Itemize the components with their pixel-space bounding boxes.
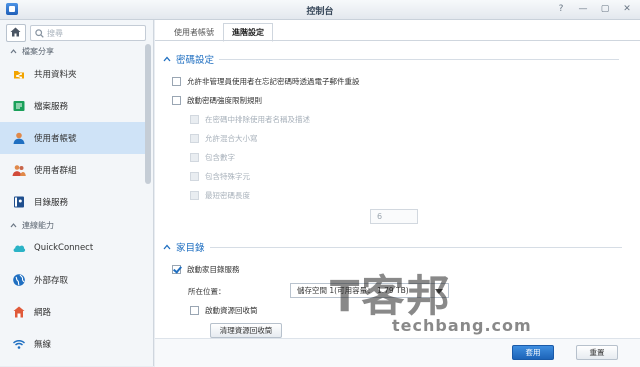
- rule-label: 包含特殊字元: [205, 172, 250, 181]
- section-divider: [219, 58, 620, 60]
- recycle-bin-label: 啟動資源回收筒: [205, 306, 258, 315]
- sidebar-section-label: 連線能力: [22, 220, 54, 230]
- minimize-icon[interactable]: —: [576, 3, 590, 15]
- sidebar-item-directory-service[interactable]: 目錄服務: [0, 186, 145, 218]
- rule-label: 最短密碼長度: [205, 191, 250, 200]
- rule-label: 包含數字: [205, 153, 235, 162]
- maximize-icon[interactable]: ▢: [598, 3, 612, 15]
- sidebar-item-quickconnect[interactable]: QuickConnect: [0, 232, 145, 264]
- apply-button[interactable]: 套用: [512, 345, 554, 360]
- rule-row: 允許混合大小寫: [190, 133, 258, 144]
- enable-home-label: 啟動家目錄服務: [187, 265, 240, 274]
- enable-home-checkbox[interactable]: [172, 265, 181, 274]
- sidebar-item-label: 無線: [34, 340, 52, 350]
- sidebar-item-label: 外部存取: [34, 276, 69, 286]
- sidebar-item-label: 使用者群組: [34, 166, 77, 176]
- enforce-rules-checkbox[interactable]: [172, 96, 181, 105]
- home-section-header[interactable]: 家目錄: [163, 240, 622, 254]
- chevron-up-icon: [10, 48, 17, 53]
- rule-numbers-checkbox[interactable]: [190, 153, 199, 162]
- close-icon[interactable]: ✕: [620, 3, 634, 15]
- footer-bar: 套用 重置: [155, 338, 640, 367]
- allow-reset-label: 允許非管理員使用者在忘記密碼時透過電子郵件重設: [187, 77, 360, 86]
- rule-exclude-name-checkbox[interactable]: [190, 115, 199, 124]
- chevron-up-icon: [163, 244, 171, 250]
- tab-bar: 使用者帳號 進階設定: [165, 23, 273, 42]
- sidebar-item-label: 共用資料夾: [34, 70, 77, 80]
- rule-label: 在密碼中排除使用者名稱及描述: [205, 115, 310, 124]
- enable-home-row: 啟動家目錄服務: [172, 264, 240, 275]
- shared-folder-icon: [14, 71, 24, 79]
- globe-icon: [13, 274, 25, 286]
- window-title: 控制台: [306, 7, 334, 17]
- help-icon[interactable]: ?: [554, 3, 568, 15]
- reset-button[interactable]: 重置: [576, 345, 618, 360]
- allow-reset-row: 允許非管理員使用者在忘記密碼時透過電子郵件重設: [172, 76, 360, 87]
- allow-reset-checkbox[interactable]: [172, 77, 181, 86]
- file-services-icon: [13, 101, 25, 111]
- chevron-up-icon: [10, 222, 17, 227]
- search-icon: [35, 29, 44, 38]
- sidebar-toolbar: [6, 24, 146, 42]
- rule-row: 包含數字: [190, 152, 235, 163]
- window-controls: ? — ▢ ✕: [554, 3, 634, 15]
- sidebar-item-shared-folder[interactable]: 共用資料夾: [0, 58, 145, 90]
- section-divider: [209, 246, 622, 248]
- sidebar-item-user-groups[interactable]: 使用者群組: [0, 154, 145, 186]
- quickconnect-icon: [13, 245, 26, 252]
- sidebar-item-user-accounts[interactable]: 使用者帳號: [0, 122, 145, 154]
- home-icon: [10, 27, 21, 37]
- rule-row: 在密碼中排除使用者名稱及描述: [190, 114, 310, 125]
- sidebar-item-label: QuickConnect: [34, 243, 94, 253]
- rule-row: 最短密碼長度: [190, 190, 250, 201]
- sidebar-item-label: 檔案服務: [34, 102, 69, 112]
- sidebar-item-file-services[interactable]: 檔案服務: [0, 90, 145, 122]
- sidebar: 檔案分享 共用資料夾 檔案服務 使用者帳號: [0, 20, 154, 366]
- title-bar: 控制台 ? — ▢ ✕: [0, 0, 640, 20]
- sidebar-section-connectivity[interactable]: 連線能力: [0, 218, 145, 232]
- network-icon: [13, 306, 25, 318]
- empty-recycle-bin-button[interactable]: 清理資源回收筒: [210, 323, 282, 338]
- sidebar-section-file-sharing[interactable]: 檔案分享: [0, 44, 145, 58]
- rule-min-length-checkbox[interactable]: [190, 191, 199, 200]
- sidebar-item-external-access[interactable]: 外部存取: [0, 264, 145, 296]
- search-input[interactable]: [47, 27, 139, 39]
- rule-special-chars-checkbox[interactable]: [190, 172, 199, 181]
- sidebar-item-label: 網路: [34, 308, 52, 318]
- section-title: 密碼設定: [176, 55, 215, 66]
- enforce-rules-label: 啟動密碼強度限制規則: [187, 96, 262, 105]
- sidebar-section-label: 檔案分享: [22, 46, 54, 56]
- home-button[interactable]: [6, 24, 26, 42]
- directory-icon: [14, 196, 24, 208]
- chevron-up-icon: [163, 56, 171, 62]
- sidebar-scrollbar[interactable]: [145, 44, 151, 184]
- rule-label: 允許混合大小寫: [205, 134, 258, 143]
- watermark-url: techbang.com: [392, 316, 532, 335]
- sidebar-item-label: 使用者帳號: [34, 134, 77, 144]
- sidebar-item-network[interactable]: 網路: [0, 296, 145, 328]
- enforce-rules-row: 啟動密碼強度限制規則: [172, 95, 262, 106]
- sidebar-item-label: 目錄服務: [34, 198, 69, 208]
- user-icon: [13, 132, 25, 144]
- recycle-bin-checkbox[interactable]: [190, 306, 199, 315]
- rule-mixed-case-checkbox[interactable]: [190, 134, 199, 143]
- rule-row: 包含特殊字元: [190, 171, 250, 182]
- wireless-icon: [13, 340, 25, 349]
- location-label: 所在位置：: [188, 287, 226, 296]
- recycle-bin-row: 啟動資源回收筒: [190, 305, 258, 316]
- tab-divider: [155, 40, 640, 41]
- search-box[interactable]: [30, 25, 146, 41]
- user-group-icon: [12, 165, 26, 176]
- min-length-input[interactable]: 6: [370, 209, 418, 224]
- watermark-logo: T客邦: [330, 272, 452, 322]
- section-title: 家目錄: [176, 243, 205, 254]
- sidebar-item-wireless[interactable]: 無線: [0, 328, 145, 360]
- sidebar-list: 檔案分享 共用資料夾 檔案服務 使用者帳號 使用者群組 目錄服務 連線能力 Qu…: [0, 44, 145, 360]
- password-section-header[interactable]: 密碼設定: [163, 52, 620, 66]
